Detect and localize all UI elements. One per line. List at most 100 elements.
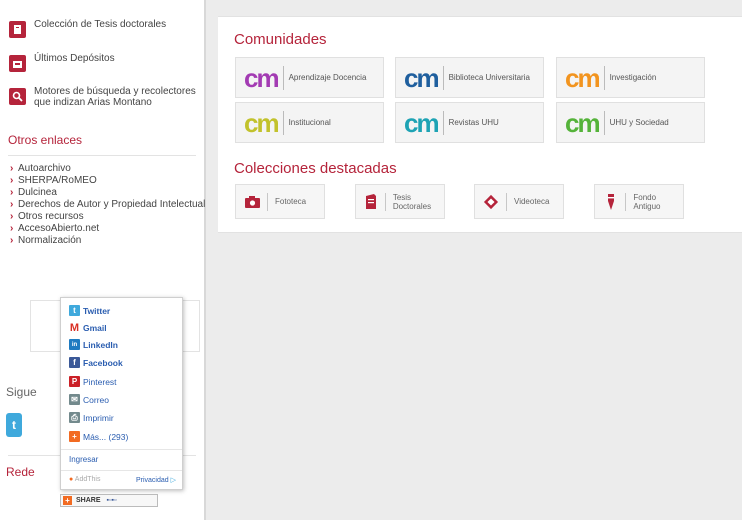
sidebar-link-tesis[interactable]: Colección de Tesis doctorales xyxy=(34,19,204,30)
cm-logo: cm xyxy=(565,107,601,138)
print-icon: ⎙ xyxy=(69,412,80,423)
redes-label: Rede xyxy=(6,465,35,479)
share-pinterest[interactable]: P Pinterest xyxy=(69,375,117,388)
divider xyxy=(267,192,268,211)
divider xyxy=(603,110,605,135)
list-item[interactable]: Normalización xyxy=(10,235,206,246)
play-icon: ▷ xyxy=(170,477,176,484)
linkedin-icon: in xyxy=(69,339,80,350)
list-item[interactable]: SHERPA/RoMEO xyxy=(10,175,206,186)
share-label: LinkedIn xyxy=(83,339,118,350)
social-icons: ▪▫▪▫ xyxy=(106,497,117,504)
divider xyxy=(442,110,444,135)
share-button-label: SHARE xyxy=(76,497,101,504)
share-gmail[interactable]: M Gmail xyxy=(69,321,107,334)
share-label: Twitter xyxy=(83,305,111,316)
list-item[interactable]: Autoarchivo xyxy=(10,163,206,174)
plus-icon: + xyxy=(63,496,72,505)
community-label: UHU y Sociedad xyxy=(609,118,669,127)
privacy-link[interactable]: Privacidad ▷ xyxy=(136,476,176,484)
list-item[interactable]: AccesoAbierto.net xyxy=(10,223,206,234)
inbox-icon xyxy=(9,55,26,72)
signin-link[interactable]: Ingresar xyxy=(69,455,98,464)
otros-enlaces-title: Otros enlaces xyxy=(8,133,83,147)
addthis-icon: ● xyxy=(69,476,74,483)
divider xyxy=(506,192,507,211)
list-item[interactable]: Derechos de Autor y Propiedad Intelectua… xyxy=(10,199,206,210)
sigue-label: Sigue xyxy=(6,385,37,399)
share-linkedin[interactable]: in LinkedIn xyxy=(69,338,118,351)
share-label: Correo xyxy=(83,394,109,405)
cm-logo: cm xyxy=(244,62,280,93)
tag-icon xyxy=(483,194,499,210)
share-imprimir[interactable]: ⎙ Imprimir xyxy=(69,411,114,424)
mail-icon: ✉ xyxy=(69,394,80,405)
collection-tile-fototeca[interactable]: Fototeca xyxy=(235,184,325,219)
list-item[interactable]: Dulcinea xyxy=(10,187,206,198)
community-label: Revistas UHU xyxy=(448,118,499,127)
community-tile-investigacion[interactable]: cm Investigación xyxy=(556,57,705,98)
collection-label: Fondo Antiguo xyxy=(633,192,661,211)
share-popup: t Twitter M Gmail in LinkedIn f Facebook… xyxy=(60,297,183,490)
divider xyxy=(282,110,284,135)
privacy-label: Privacidad xyxy=(135,477,169,484)
twitter-follow-button[interactable]: t xyxy=(6,413,22,437)
share-twitter[interactable]: t Twitter xyxy=(69,304,110,317)
divider xyxy=(384,192,386,211)
share-label: Gmail xyxy=(83,322,107,333)
share-label: Pinterest xyxy=(83,376,117,387)
share-label: Más... (293) xyxy=(83,431,129,442)
otros-enlaces-list: Autoarchivo SHERPA/RoMEO Dulcinea Derech… xyxy=(10,163,206,247)
community-label: Aprendizaje Docencia xyxy=(288,73,367,82)
community-label: Investigación xyxy=(609,73,657,82)
book-icon xyxy=(9,21,26,38)
addthis-brand[interactable]: ● AddThis xyxy=(69,476,100,483)
community-label: Institucional xyxy=(288,118,331,127)
collection-tile-tesis[interactable]: Tesis Doctorales xyxy=(355,184,445,219)
divider xyxy=(625,192,627,211)
colecciones-title: Colecciones destacadas xyxy=(234,160,397,177)
share-facebook[interactable]: f Facebook xyxy=(69,356,123,369)
collection-tile-videoteca[interactable]: Videoteca xyxy=(474,184,564,219)
share-label: Facebook xyxy=(83,357,123,368)
divider xyxy=(442,65,444,90)
list-item[interactable]: Otros recursos xyxy=(10,211,206,222)
comunidades-title: Comunidades xyxy=(234,31,327,48)
divider xyxy=(8,155,196,156)
share-more[interactable]: + Más... (293) xyxy=(69,430,128,443)
cm-logo: cm xyxy=(565,62,601,93)
share-label: Imprimir xyxy=(83,412,114,423)
cm-logo: cm xyxy=(244,107,280,138)
community-label: Biblioteca Universitaria xyxy=(448,73,530,82)
cm-logo: cm xyxy=(404,62,440,93)
cm-logo: cm xyxy=(404,107,440,138)
sidebar-link-motores[interactable]: Motores de búsqueda y recolectores que i… xyxy=(34,86,204,108)
collection-label: Tesis Doctorales xyxy=(392,192,432,211)
collection-tile-fondo-antiguo[interactable]: Fondo Antiguo xyxy=(594,184,684,219)
share-button[interactable]: + SHARE ▪▫▪▫ xyxy=(60,494,158,507)
pinterest-icon: P xyxy=(69,376,80,387)
divider xyxy=(603,65,605,90)
camera-icon xyxy=(244,194,260,210)
share-correo[interactable]: ✉ Correo xyxy=(69,393,109,406)
divider xyxy=(61,449,182,450)
main-panel: Comunidades cm Aprendizaje Docencia cm B… xyxy=(218,16,742,233)
collection-label: Fototeca xyxy=(275,197,307,206)
pen-nib-icon xyxy=(603,193,618,210)
search-icon xyxy=(9,88,26,105)
community-tile-revistas[interactable]: cm Revistas UHU xyxy=(395,102,544,143)
community-tile-biblioteca[interactable]: cm Biblioteca Universitaria xyxy=(395,57,544,98)
more-icon: + xyxy=(69,431,80,442)
sidebar-link-depositos[interactable]: Últimos Depósitos xyxy=(34,53,204,64)
community-tile-institucional[interactable]: cm Institucional xyxy=(235,102,384,143)
facebook-icon: f xyxy=(69,357,80,368)
community-tile-sociedad[interactable]: cm UHU y Sociedad xyxy=(556,102,705,143)
divider xyxy=(61,470,182,471)
divider xyxy=(282,65,284,90)
gmail-icon: M xyxy=(69,321,80,334)
community-tile-aprendizaje[interactable]: cm Aprendizaje Docencia xyxy=(235,57,384,98)
book-icon xyxy=(364,194,378,210)
twitter-icon: t xyxy=(69,305,80,316)
twitter-icon: t xyxy=(12,418,16,432)
addthis-label: AddThis xyxy=(74,476,101,483)
